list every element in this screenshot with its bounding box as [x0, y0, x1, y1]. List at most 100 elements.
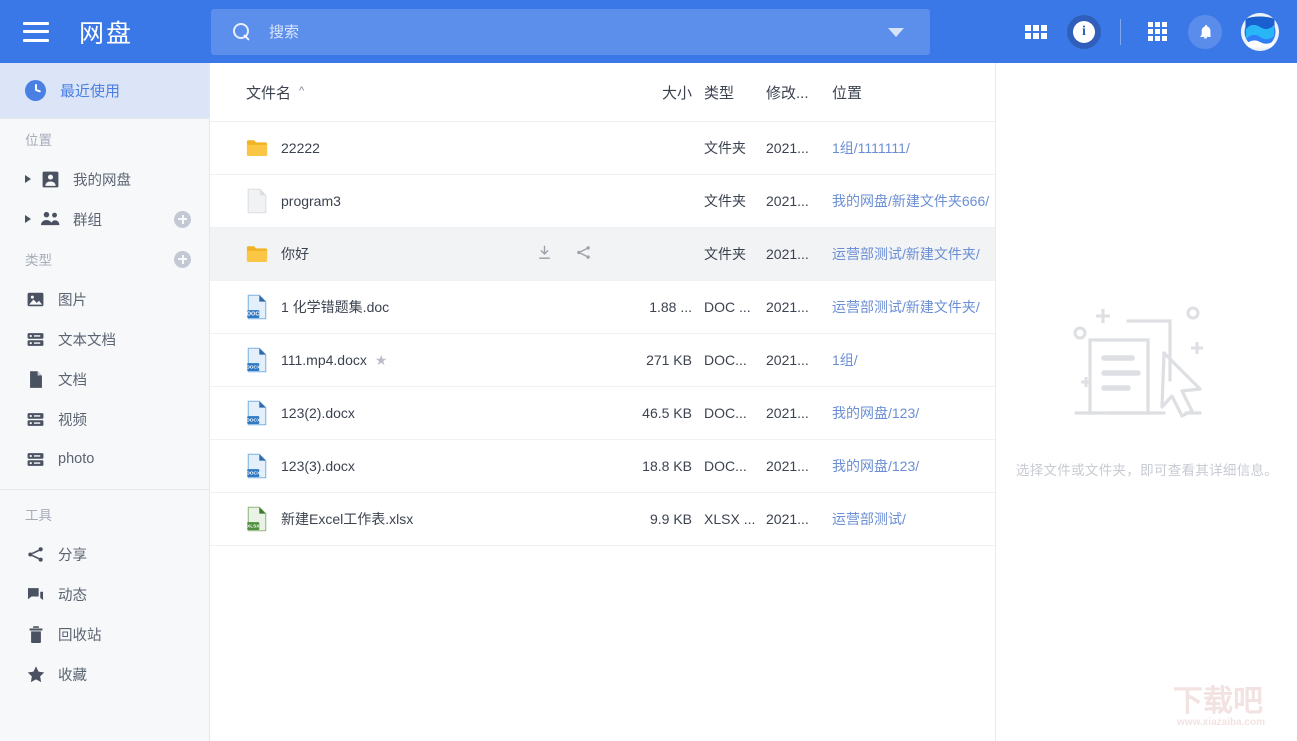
section-label: 类型 — [25, 253, 52, 268]
svg-text:DOC: DOC — [247, 312, 259, 318]
group-icon — [40, 209, 61, 230]
cell-file-name[interactable]: program3 — [246, 188, 536, 214]
sidebar-item-label: 我的网盘 — [73, 172, 131, 189]
sidebar-item-label: 文档 — [58, 372, 87, 389]
chevron-right-icon[interactable] — [25, 175, 31, 183]
apps-grid-icon — [1147, 22, 1167, 41]
hamburger-icon[interactable] — [23, 21, 49, 42]
sidebar-item-recycle-bin[interactable]: 回收站 — [0, 614, 209, 654]
location-link[interactable]: 1组/1111111/ — [832, 140, 910, 156]
search-bar[interactable] — [211, 9, 930, 55]
apps-button[interactable] — [1139, 14, 1175, 50]
topbar-actions: i — [1012, 0, 1283, 63]
cell-file-name[interactable]: 22222 — [246, 135, 536, 161]
cell-modified: 2021... — [766, 299, 809, 315]
sidebar-item-groups[interactable]: 群组 — [0, 199, 209, 239]
trash-icon — [25, 624, 46, 645]
sidebar-item-label: 回收站 — [58, 627, 102, 644]
cell-file-name[interactable]: DOCX 123(2).docx — [246, 400, 536, 426]
cell-file-name[interactable]: DOCX 111.mp4.docx ★ — [246, 347, 536, 373]
share-icon[interactable] — [575, 244, 592, 264]
cell-file-name[interactable]: XLSX 新建Excel工作表.xlsx — [246, 506, 536, 532]
sidebar-item-photo[interactable]: photo — [0, 439, 209, 479]
cell-file-name[interactable]: DOC 1 化学错题集.doc — [246, 294, 536, 320]
doc-icon: DOC — [247, 294, 267, 320]
location-link[interactable]: 运营部测试/新建文件夹/ — [832, 299, 980, 315]
table-row[interactable]: DOCX 123(3).docx 18.8 KB DOC... 2021... 我的网盘/… — [210, 440, 995, 493]
sidebar-item-recent[interactable]: 最近使用 — [0, 63, 209, 119]
cell-size: 46.5 KB — [642, 405, 692, 421]
sidebar-item-video[interactable]: 视频 — [0, 399, 209, 439]
cell-modified: 2021... — [766, 405, 809, 421]
sidebar-item-favorites[interactable]: 收藏 — [0, 654, 209, 694]
column-header-size[interactable]: 大小 — [626, 82, 704, 103]
search-input[interactable] — [267, 22, 888, 42]
cell-location: 1组/ — [832, 350, 995, 370]
sidebar-section-tools: 工具 分享 动态 回收站 收藏 — [0, 494, 209, 694]
avatar[interactable] — [1241, 12, 1279, 51]
chevron-down-icon[interactable] — [888, 27, 904, 37]
user-icon — [40, 169, 61, 190]
star-icon[interactable]: ★ — [375, 352, 388, 369]
table-row[interactable]: DOCX 111.mp4.docx ★ 271 KB DOC... 2021... 1组/ — [210, 334, 995, 387]
docx-icon: DOCX — [246, 400, 267, 426]
sidebar: 最近使用 位置 我的网盘 群组 类型 图片 文本文档 文档 视频 photo 工… — [0, 63, 210, 741]
activity-icon — [25, 584, 46, 605]
column-header-name[interactable]: 文件名 ^ — [246, 82, 536, 103]
cell-file-name[interactable]: 你好 — [246, 241, 536, 267]
location-link[interactable]: 1组/ — [832, 352, 858, 368]
sidebar-item-label: 视频 — [58, 412, 87, 429]
blank-file-icon — [247, 188, 267, 214]
sidebar-item-my-drive[interactable]: 我的网盘 — [0, 159, 209, 199]
table-row[interactable]: 22222 文件夹 2021... 1组/1111111/ — [210, 122, 995, 175]
notifications-button[interactable] — [1187, 14, 1223, 50]
docx-icon: DOCX — [246, 347, 267, 373]
cell-size: 18.8 KB — [642, 458, 692, 474]
download-icon[interactable] — [536, 244, 553, 264]
info-button[interactable]: i — [1066, 14, 1102, 50]
add-group-button[interactable] — [174, 210, 191, 228]
sidebar-item-label: 最近使用 — [60, 83, 121, 100]
column-header-type[interactable]: 类型 — [704, 82, 766, 103]
grid-view-icon — [1025, 24, 1047, 39]
location-link[interactable]: 我的网盘/123/ — [832, 405, 919, 421]
add-type-button[interactable] — [174, 250, 191, 268]
table-row[interactable]: DOC 1 化学错题集.doc 1.88 ... DOC ... 2021... 运营部测… — [210, 281, 995, 334]
column-header-location[interactable]: 位置 — [832, 82, 995, 103]
table-row[interactable]: XLSX 新建Excel工作表.xlsx 9.9 KB XLSX ... 2021...… — [210, 493, 995, 546]
location-link[interactable]: 我的网盘/新建文件夹666/ — [832, 193, 989, 209]
column-header-modified[interactable]: 修改... — [766, 82, 832, 103]
section-label: 工具 — [25, 508, 52, 523]
location-link[interactable]: 运营部测试/新建文件夹/ — [832, 246, 980, 262]
cell-modified: 2021... — [766, 140, 809, 156]
location-link[interactable]: 运营部测试/ — [832, 511, 906, 527]
cell-type: 文件夹 — [704, 140, 746, 156]
avatar-logo-icon — [1241, 12, 1279, 51]
cell-type: DOC... — [704, 352, 747, 368]
folder-icon — [246, 140, 268, 156]
table-row[interactable]: 你好 文件夹 2021... 运营部测试/新建文件夹/ — [210, 228, 995, 281]
sidebar-section-title-locations: 位置 — [0, 119, 209, 159]
sidebar-item-share[interactable]: 分享 — [0, 534, 209, 574]
cell-type: DOC ... — [704, 299, 751, 315]
cell-location: 运营部测试/ — [832, 509, 995, 529]
xlsx-icon: XLSX — [247, 506, 267, 532]
file-name-label: 你好 — [281, 246, 309, 262]
table-row[interactable]: DOCX 123(2).docx 46.5 KB DOC... 2021... 我的网盘/… — [210, 387, 995, 440]
file-name-label: 111.mp4.docx — [281, 352, 367, 368]
sidebar-item-label: 分享 — [58, 547, 87, 564]
cell-file-name[interactable]: DOCX 123(3).docx — [246, 453, 536, 479]
sidebar-item-activity[interactable]: 动态 — [0, 574, 209, 614]
sidebar-item-images[interactable]: 图片 — [0, 279, 209, 319]
table-body: 22222 文件夹 2021... 1组/1111111/program3 文件夹 202… — [210, 122, 995, 546]
sidebar-section-locations: 位置 我的网盘 群组 — [0, 119, 209, 239]
image-icon — [25, 289, 46, 310]
sidebar-item-documents[interactable]: 文档 — [0, 359, 209, 399]
sidebar-item-label: 图片 — [58, 292, 87, 309]
grid-view-button[interactable] — [1018, 14, 1054, 50]
chevron-right-icon[interactable] — [25, 215, 31, 223]
table-row[interactable]: program3 文件夹 2021... 我的网盘/新建文件夹666/ — [210, 175, 995, 228]
cell-size: 9.9 KB — [649, 511, 692, 527]
location-link[interactable]: 我的网盘/123/ — [832, 458, 919, 474]
sidebar-item-text-doc[interactable]: 文本文档 — [0, 319, 209, 359]
